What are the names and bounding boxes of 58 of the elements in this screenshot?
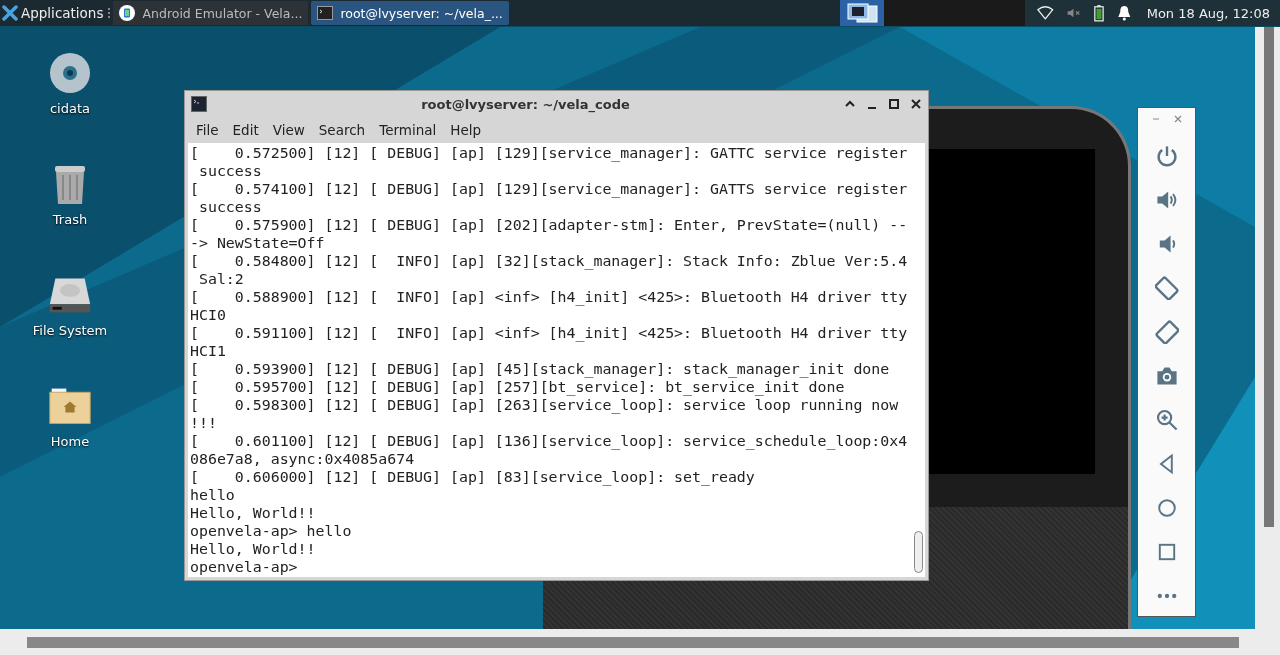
desktop-icon-label[interactable]: Home bbox=[50, 434, 90, 449]
zoom-icon[interactable] bbox=[1154, 408, 1179, 432]
phone-app-icon bbox=[119, 5, 136, 21]
terminal-line: [ 0.601100] [12] [ DEBUG] [ap] [136][service_loop]: service_schedule_loop:0x4 bbox=[190, 432, 909, 450]
terminal-line: success bbox=[197, 162, 263, 180]
separator-handle-icon bbox=[107, 7, 112, 19]
close-icon[interactable] bbox=[910, 98, 922, 110]
menu-item[interactable]: Search bbox=[311, 122, 373, 138]
terminal-line: [ 0.606000] [12] [ DEBUG] [ap] [83][service_loop]: set_ready bbox=[190, 468, 756, 486]
scrollbar-thumb[interactable] bbox=[914, 531, 923, 573]
notification-bell-icon[interactable] bbox=[1116, 5, 1133, 21]
terminal-line: [ 0.584800] [12] [ INFO] [ap] [32][stack_manager]: Stack Info: Zblue Ver:5.4 bbox=[190, 252, 909, 270]
terminal-line: Hello, World!! bbox=[190, 504, 317, 522]
terminal-line: [ 0.575900] [12] [ DEBUG] [ap] [202][adapter-stm]: Enter, PrevState=(null) -- bbox=[190, 216, 909, 234]
horizontal-scrollbar[interactable] bbox=[0, 629, 1280, 655]
terminal-line: HCI0 bbox=[190, 306, 227, 324]
logo-icon bbox=[2, 5, 18, 21]
power-icon[interactable] bbox=[1154, 144, 1179, 168]
terminal-line: [ 0.591100] [12] [ INFO] [ap] <inf> [h4_init] <425>: Bluetooth H4 driver tty bbox=[190, 324, 909, 342]
menu-item[interactable]: Help bbox=[443, 122, 489, 138]
terminal-line: !!! bbox=[190, 414, 218, 432]
terminal-line: [ 0.574100] [12] [ DEBUG] [ap] [129][service_manager]: GATTS service register bbox=[190, 180, 909, 198]
desktop-icon-label[interactable]: cidata bbox=[49, 101, 90, 116]
menu-item[interactable]: View bbox=[265, 122, 312, 138]
scrollbar-thumb[interactable] bbox=[27, 637, 1239, 649]
window-title: root@lvyserver: ~/vela_code bbox=[420, 96, 631, 112]
maximize-icon[interactable] bbox=[888, 98, 900, 110]
workspace-switcher[interactable] bbox=[840, 0, 884, 26]
terminal-line: [ 0.593900] [12] [ DEBUG] [ap] [45][stack_manager]: stack_manager_init done bbox=[190, 360, 891, 378]
menu-item[interactable]: Terminal bbox=[372, 122, 444, 138]
applications-menu[interactable]: Applications bbox=[0, 0, 108, 26]
desktop-icon-label[interactable]: File System bbox=[32, 323, 108, 338]
desktop-icon-label[interactable]: Trash bbox=[52, 212, 88, 227]
terminal-line: openvela-ap> hello bbox=[190, 522, 353, 540]
taskbar-task[interactable]: root@lvyserver: ~/vela_... bbox=[311, 1, 509, 25]
terminal-line: [ 0.572500] [12] [ DEBUG] [ap] [129][service_manager]: GATTC service register bbox=[190, 144, 909, 162]
terminal-line: [ 0.595700] [12] [ DEBUG] [ap] [257][bt_service]: bt_service_init done bbox=[190, 378, 846, 396]
window-thumbnail-icon bbox=[845, 2, 879, 24]
disc-icon[interactable] bbox=[48, 51, 92, 95]
terminal-line: [ 0.588900] [12] [ INFO] [ap] <inf> [h4_init] <425>: Bluetooth H4 driver tty bbox=[190, 288, 909, 306]
terminal-line: 086e7a8, async:0x4085a674 bbox=[190, 450, 416, 468]
wifi-icon[interactable] bbox=[1037, 5, 1054, 21]
terminal-line: -> NewState=Off bbox=[190, 234, 326, 252]
menu-item[interactable]: Edit bbox=[225, 122, 266, 138]
terminal-line: Hello, World!! bbox=[190, 540, 317, 558]
terminal-line: [ 0.598300] [12] [ DEBUG] [ap] [263][service_loop]: service loop running now bbox=[190, 396, 900, 414]
taskbar-task[interactable]: Android Emulator - Vela... bbox=[113, 1, 309, 25]
terminal-line: HCI1 bbox=[190, 342, 227, 360]
vertical-scrollbar[interactable] bbox=[1255, 27, 1280, 630]
terminal-line: openvela-ap> bbox=[190, 558, 299, 576]
battery-icon[interactable] bbox=[1094, 3, 1105, 23]
terminal-line: success bbox=[197, 198, 263, 216]
menu-item[interactable]: File bbox=[189, 122, 226, 138]
terminal-icon bbox=[317, 5, 334, 21]
scrollbar-thumb[interactable] bbox=[1264, 27, 1274, 527]
terminal-line: hello bbox=[190, 486, 236, 504]
terminal-line: Sal:2 bbox=[197, 270, 245, 288]
terminal-icon bbox=[191, 96, 207, 112]
